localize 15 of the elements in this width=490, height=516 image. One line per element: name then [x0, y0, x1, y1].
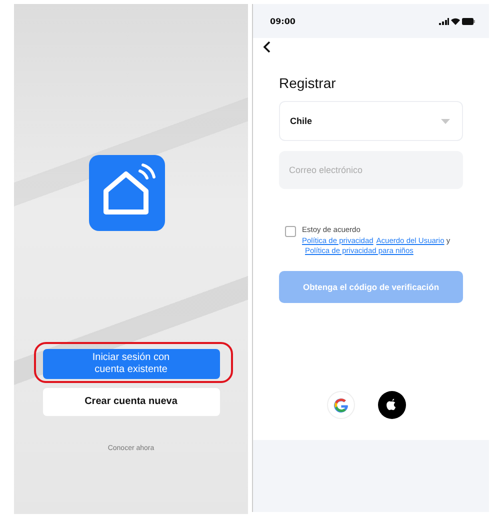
agreement-checkbox[interactable] [285, 226, 296, 237]
dropdown-caret-icon [441, 118, 450, 124]
wifi-icon [451, 18, 460, 24]
login-button[interactable]: Iniciar sesión con cuenta existente [42, 349, 220, 379]
app-logo-icon [89, 155, 165, 231]
google-logo-icon[interactable] [326, 390, 354, 418]
status-time: 09:00 [270, 16, 296, 26]
apple-logo-icon[interactable] [378, 390, 406, 418]
country-select[interactable]: Chile [279, 101, 463, 141]
battery-icon [462, 18, 475, 24]
email-field[interactable]: Correo electrónico [279, 151, 463, 189]
page-title: Registrar [279, 75, 337, 91]
signal-icon [439, 18, 449, 24]
create-account-button[interactable]: Crear cuenta nueva [42, 388, 220, 416]
back-icon[interactable] [263, 41, 271, 53]
